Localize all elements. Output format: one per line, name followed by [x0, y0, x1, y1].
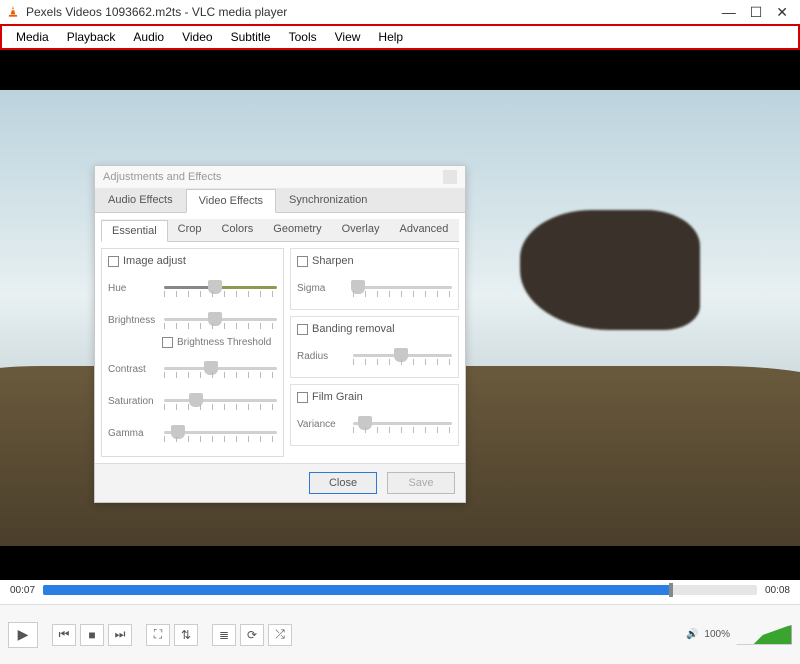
seek-bar[interactable] — [43, 585, 757, 595]
brightness-threshold-label: Brightness Threshold — [177, 337, 271, 348]
tab-essential[interactable]: Essential — [101, 220, 168, 242]
time-total: 00:08 — [765, 585, 790, 596]
close-button[interactable]: Close — [309, 472, 377, 494]
seek-fill — [43, 585, 671, 595]
filmgrain-checkbox[interactable] — [297, 392, 308, 403]
window-titlebar: Pexels Videos 1093662.m2ts - VLC media p… — [0, 0, 800, 24]
sigma-label: Sigma — [297, 283, 347, 294]
video-area: Adjustments and Effects Audio Effects Vi… — [0, 50, 800, 586]
menu-tools[interactable]: Tools — [281, 28, 325, 46]
tab-crop[interactable]: Crop — [168, 219, 212, 241]
play-button[interactable]: ▶ — [8, 622, 38, 648]
tab-overlay[interactable]: Overlay — [332, 219, 390, 241]
save-button[interactable]: Save — [387, 472, 455, 494]
radius-label: Radius — [297, 351, 347, 362]
filmgrain-label: Film Grain — [312, 391, 363, 403]
brightness-threshold-checkbox[interactable] — [162, 337, 173, 348]
banding-label: Banding removal — [312, 323, 395, 335]
playlist-button[interactable]: ≣ — [212, 624, 236, 646]
hue-slider[interactable] — [164, 277, 277, 299]
tab-video-effects[interactable]: Video Effects — [186, 189, 276, 213]
tab-audio-effects[interactable]: Audio Effects — [95, 188, 186, 212]
gamma-slider[interactable] — [164, 422, 277, 444]
loop-button[interactable]: ⟳ — [240, 624, 264, 646]
menu-view[interactable]: View — [327, 28, 369, 46]
seek-knob[interactable] — [669, 583, 673, 597]
close-window-button[interactable]: ✕ — [776, 4, 788, 21]
extended-settings-button[interactable]: ⇅ — [174, 624, 198, 646]
tab-colors[interactable]: Colors — [211, 219, 263, 241]
contrast-label: Contrast — [108, 364, 158, 375]
menu-media[interactable]: Media — [8, 28, 57, 46]
banding-checkbox[interactable] — [297, 324, 308, 335]
menu-help[interactable]: Help — [370, 28, 411, 46]
maximize-button[interactable]: ☐ — [750, 4, 763, 21]
menu-video[interactable]: Video — [174, 28, 220, 46]
seek-bar-row: 00:07 00:08 — [0, 580, 800, 600]
menu-audio[interactable]: Audio — [125, 28, 172, 46]
window-title: Pexels Videos 1093662.m2ts - VLC media p… — [26, 5, 287, 19]
dialog-titlebar[interactable]: Adjustments and Effects — [95, 166, 465, 188]
image-adjust-label: Image adjust — [123, 255, 186, 267]
saturation-label: Saturation — [108, 396, 158, 407]
sharpen-checkbox[interactable] — [297, 256, 308, 267]
playback-controls: ▶ ⏮ ■ ⏭ ⛶ ⇅ ≣ ⟳ ⤮ 🔊 100% — [0, 604, 800, 664]
sigma-slider[interactable] — [353, 277, 452, 299]
radius-slider[interactable] — [353, 345, 452, 367]
panel-image-adjust: Image adjust Hue Brightness Brightness T… — [101, 248, 284, 457]
brightness-slider[interactable] — [164, 309, 277, 331]
menubar: Media Playback Audio Video Subtitle Tool… — [2, 26, 798, 48]
dialog-tabs-primary: Audio Effects Video Effects Synchronizat… — [95, 188, 465, 213]
panel-right: Sharpen Sigma Banding removal Radius Fil… — [290, 248, 459, 457]
fullscreen-button[interactable]: ⛶ — [146, 624, 170, 646]
brightness-label: Brightness — [108, 315, 158, 326]
variance-slider[interactable] — [353, 413, 452, 435]
minimize-button[interactable]: — — [722, 4, 736, 20]
saturation-slider[interactable] — [164, 390, 277, 412]
tab-synchronization[interactable]: Synchronization — [276, 188, 380, 212]
prev-button[interactable]: ⏮ — [52, 624, 76, 646]
effects-dialog: Adjustments and Effects Audio Effects Vi… — [94, 165, 466, 503]
tab-advanced[interactable]: Advanced — [389, 219, 458, 241]
gamma-label: Gamma — [108, 428, 158, 439]
dialog-tabs-secondary: Essential Crop Colors Geometry Overlay A… — [101, 219, 459, 242]
contrast-slider[interactable] — [164, 358, 277, 380]
vlc-cone-icon — [6, 5, 20, 19]
sharpen-label: Sharpen — [312, 255, 354, 267]
volume-slider[interactable] — [736, 625, 792, 645]
next-button[interactable]: ⏭ — [108, 624, 132, 646]
image-adjust-checkbox[interactable] — [108, 256, 119, 267]
volume-label: 100% — [704, 629, 730, 640]
dialog-title: Adjustments and Effects — [103, 171, 221, 183]
dialog-close-icon[interactable] — [443, 170, 457, 184]
speaker-icon[interactable]: 🔊 — [686, 629, 698, 640]
stop-button[interactable]: ■ — [80, 624, 104, 646]
variance-label: Variance — [297, 419, 347, 430]
menu-playback[interactable]: Playback — [59, 28, 124, 46]
menubar-highlight: Media Playback Audio Video Subtitle Tool… — [0, 24, 800, 50]
time-elapsed: 00:07 — [10, 585, 35, 596]
tab-geometry[interactable]: Geometry — [263, 219, 331, 241]
menu-subtitle[interactable]: Subtitle — [223, 28, 279, 46]
hue-label: Hue — [108, 283, 158, 294]
shuffle-button[interactable]: ⤮ — [268, 624, 292, 646]
